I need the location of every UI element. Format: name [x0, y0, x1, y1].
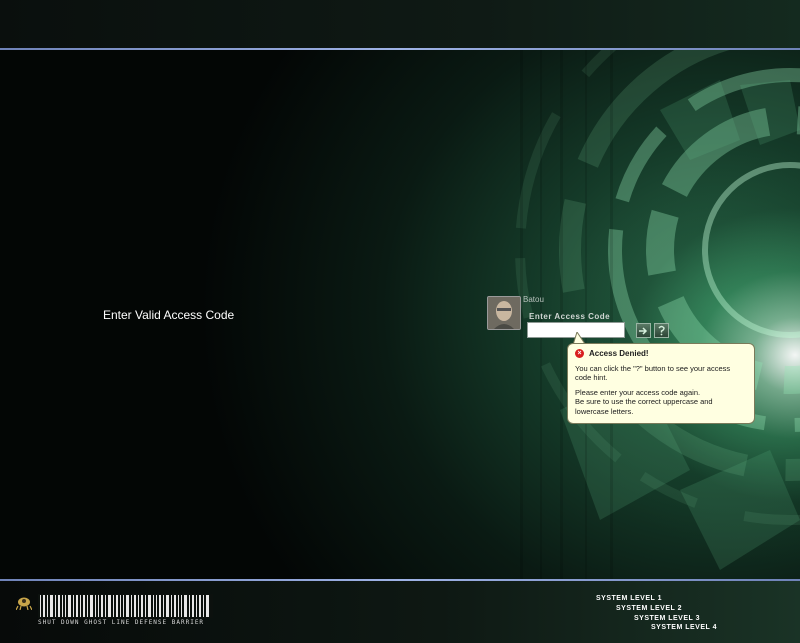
barcode-caption: SHUT DOWN GHOST LINE DEFENSE BARRIER: [38, 619, 205, 626]
username-label: Batou: [523, 295, 544, 304]
balloon-hint-text: You can click the "?" button to see your…: [575, 363, 731, 383]
submit-button[interactable]: [636, 323, 651, 338]
system-level-2: SYSTEM LEVEL 2: [616, 605, 682, 612]
balloon-header: × Access Denied!: [575, 349, 747, 359]
avatar-portrait-icon: [488, 297, 520, 329]
balloon-retry-text: Please enter your access code again.: [575, 387, 701, 397]
error-icon: ×: [575, 349, 584, 359]
error-balloon: × Access Denied! You can click the "?" b…: [567, 343, 755, 424]
arrow-enter-icon: [639, 327, 648, 335]
balloon-title: Access Denied!: [589, 349, 649, 358]
top-band: [0, 0, 800, 48]
system-level-4: SYSTEM LEVEL 4: [651, 624, 717, 631]
user-avatar: [487, 296, 521, 330]
system-level-3: SYSTEM LEVEL 3: [634, 615, 700, 622]
balloon-case-text: Be sure to use the correct uppercase and…: [575, 397, 713, 416]
tachikoma-icon: [16, 597, 32, 610]
hint-question-icon: [658, 325, 665, 336]
hint-button[interactable]: [654, 323, 669, 338]
barcode-graphic: [38, 594, 213, 618]
access-code-label: Enter Access Code: [529, 312, 611, 321]
system-level-1: SYSTEM LEVEL 1: [596, 595, 662, 602]
prompt-text: Enter Valid Access Code: [103, 308, 235, 322]
